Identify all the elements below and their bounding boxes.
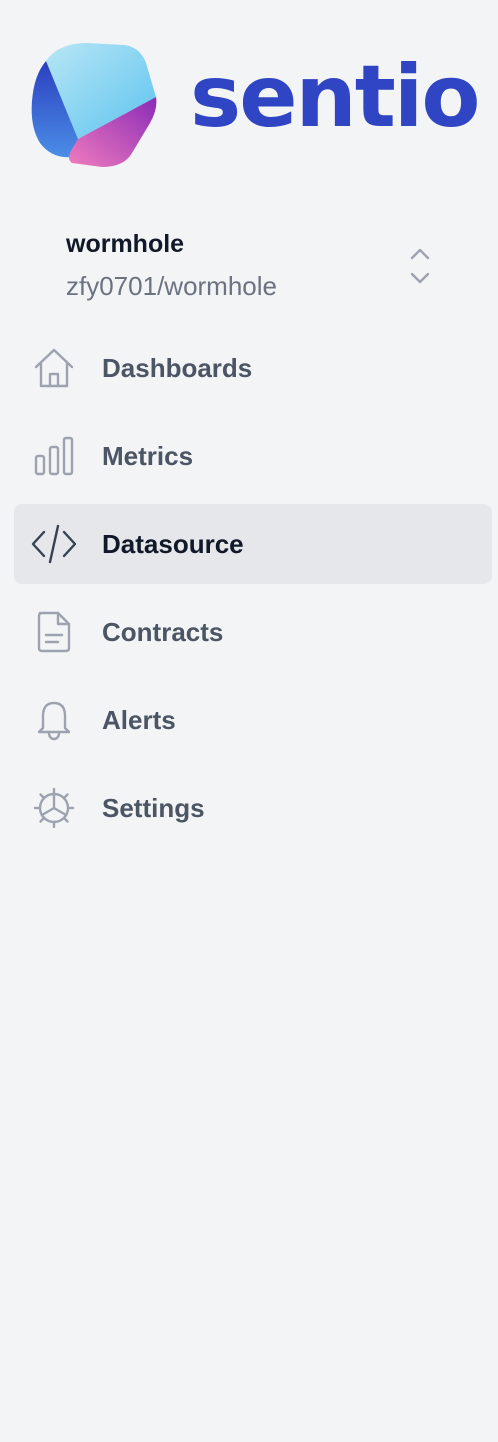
project-name: wormhole bbox=[66, 230, 185, 258]
project-switcher[interactable]: wormhole zfy0701/wormhole bbox=[66, 226, 446, 306]
chevron-up-down-icon bbox=[410, 248, 430, 284]
gear-icon bbox=[30, 784, 78, 832]
bar-chart-icon bbox=[30, 432, 78, 480]
nav-label: Contracts bbox=[102, 616, 224, 647]
sidebar: sentio wormhole zfy0701/wormhole Dashboa… bbox=[0, 0, 498, 1442]
nav-item-alerts[interactable]: Alerts bbox=[14, 680, 492, 760]
nav-item-settings[interactable]: Settings bbox=[14, 768, 492, 848]
nav-item-datasource[interactable]: Datasource bbox=[14, 504, 492, 584]
nav-item-metrics[interactable]: Metrics bbox=[14, 416, 492, 496]
code-icon bbox=[30, 520, 78, 568]
document-icon bbox=[30, 608, 78, 656]
brand-name: sentio bbox=[190, 47, 480, 147]
nav-label: Metrics bbox=[102, 440, 194, 471]
main-nav: Dashboards Metrics Datasource Contracts … bbox=[14, 328, 492, 856]
nav-item-dashboards[interactable]: Dashboards bbox=[14, 328, 492, 408]
sentio-logo[interactable]: sentio bbox=[28, 38, 480, 172]
project-path: zfy0701/wormhole bbox=[66, 271, 277, 301]
bell-icon bbox=[30, 696, 78, 744]
nav-label: Settings bbox=[102, 792, 205, 823]
home-icon bbox=[30, 344, 78, 392]
nav-item-contracts[interactable]: Contracts bbox=[14, 592, 492, 672]
sentio-logo-icon bbox=[31, 43, 157, 167]
nav-label: Dashboards bbox=[102, 352, 253, 383]
nav-label: Alerts bbox=[102, 704, 176, 735]
nav-label: Datasource bbox=[102, 528, 244, 559]
